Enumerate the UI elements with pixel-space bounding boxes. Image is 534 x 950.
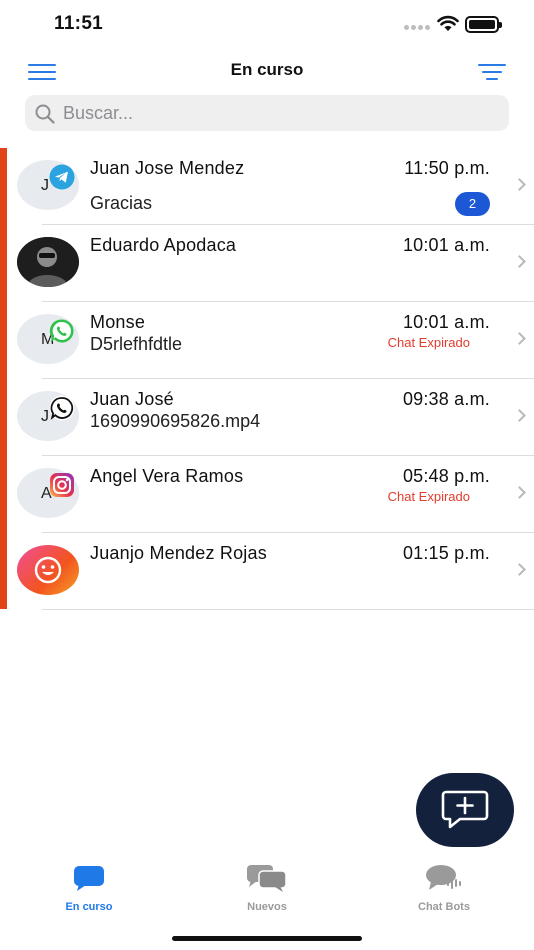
- message-preview: Gracias: [90, 193, 153, 213]
- expired-status: Chat Expirado: [387, 335, 470, 350]
- avatar-photo: [17, 237, 79, 287]
- whatsapp-icon: [49, 319, 74, 343]
- instagram-icon: [50, 473, 74, 497]
- message-time: 10:01 a.m.: [402, 312, 490, 332]
- chat-list: J Juan Jose Mendez 11:50 p.m. Gracias 2 …: [0, 148, 534, 610]
- contact-name: Juan José: [90, 389, 174, 409]
- chat-row[interactable]: A Angel Vera Ramos 05:48 p.m. Chat Expir…: [0, 456, 534, 533]
- wifi-icon: [437, 15, 459, 31]
- whatsapp-outline-icon: [49, 395, 75, 421]
- chevron-right-icon: [513, 255, 526, 268]
- message-time: 01:15 p.m.: [402, 543, 490, 563]
- chat-row[interactable]: Juanjo Mendez Rojas 01:15 p.m.: [0, 533, 534, 610]
- tab-bar: En curso Nuevos Chat Bots: [0, 862, 534, 922]
- search-input[interactable]: [63, 95, 493, 131]
- page-title: En curso: [230, 60, 304, 79]
- status-time: 11:51: [54, 13, 104, 34]
- message-preview: 1690990695826.mp4: [90, 411, 261, 431]
- tab-en-curso[interactable]: En curso: [29, 862, 149, 913]
- nav-bar: En curso: [0, 52, 534, 92]
- chevron-right-icon: [513, 409, 526, 422]
- tab-label: En curso: [65, 901, 113, 913]
- chat-row[interactable]: J Juan José 09:38 a.m. 1690990695826.mp4: [0, 379, 534, 456]
- chat-bubble-icon: [74, 866, 104, 891]
- avatar-initial: J: [41, 177, 49, 194]
- chat-row[interactable]: M Monse 10:01 a.m. D5rlefhfdtle Chat Exp…: [0, 302, 534, 379]
- message-preview: D5rlefhfdtle: [90, 334, 183, 354]
- message-time: 09:38 a.m.: [402, 389, 490, 409]
- battery-icon: [465, 16, 502, 33]
- chevron-right-icon: [513, 486, 526, 499]
- divider: [42, 609, 534, 610]
- signal-icon: [404, 25, 430, 30]
- contact-name: Juanjo Mendez Rojas: [90, 543, 267, 563]
- avatar-initial: J: [41, 408, 49, 425]
- chatbot-icon: [426, 865, 461, 890]
- smiley-icon: [34, 556, 62, 584]
- message-time: 11:50 p.m.: [404, 158, 490, 178]
- telegram-icon: [49, 164, 75, 190]
- unread-count-badge: 2: [455, 192, 490, 216]
- home-indicator: [172, 936, 362, 941]
- expired-status: Chat Expirado: [387, 489, 470, 504]
- avatar-smiley: [17, 545, 79, 595]
- tab-chat-bots[interactable]: Chat Bots: [384, 862, 504, 913]
- chat-row[interactable]: Eduardo Apodaca 10:01 a.m.: [0, 225, 534, 302]
- message-time: 10:01 a.m.: [402, 235, 490, 255]
- chevron-right-icon: [513, 563, 526, 576]
- filter-icon[interactable]: [478, 64, 506, 80]
- search-icon: [35, 104, 55, 124]
- chat-bubbles-icon: [247, 865, 287, 892]
- tab-label: Chat Bots: [418, 901, 470, 913]
- message-time: 05:48 p.m.: [402, 466, 490, 486]
- contact-name: Monse: [90, 312, 146, 332]
- tab-label: Nuevos: [247, 901, 287, 913]
- new-chat-button[interactable]: [416, 773, 514, 847]
- person-photo-icon: [17, 237, 79, 287]
- status-bar: 11:51: [0, 0, 534, 50]
- contact-name: Angel Vera Ramos: [90, 466, 244, 486]
- contact-name: Eduardo Apodaca: [90, 235, 237, 255]
- add-message-icon: [441, 790, 489, 829]
- chevron-right-icon: [513, 332, 526, 345]
- contact-name: Juan Jose Mendez: [90, 158, 245, 178]
- chat-row[interactable]: J Juan Jose Mendez 11:50 p.m. Gracias 2: [0, 148, 534, 225]
- search-bar[interactable]: [25, 95, 509, 131]
- tab-nuevos[interactable]: Nuevos: [207, 862, 327, 913]
- chevron-right-icon: [513, 178, 526, 191]
